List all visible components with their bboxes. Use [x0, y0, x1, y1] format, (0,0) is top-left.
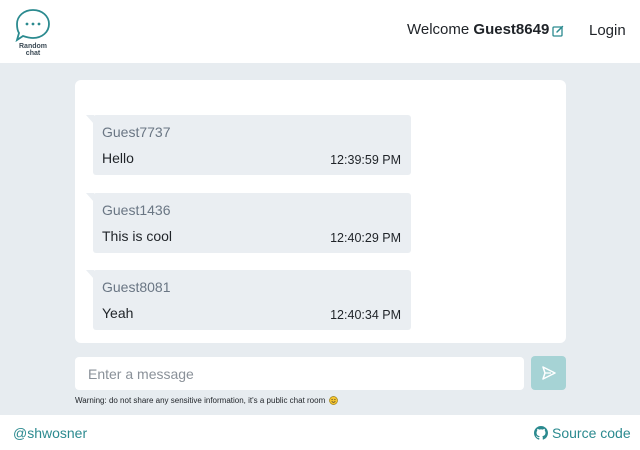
message-text: Hello [102, 150, 134, 166]
message-time: 12:39:59 PM [330, 153, 401, 167]
message-bubble: Guest7737 Hello 12:39:59 PM [86, 115, 411, 175]
privacy-warning: Warning: do not share any sensitive info… [75, 396, 339, 405]
message-bubble: Guest1436 This is cool 12:40:29 PM [86, 193, 411, 253]
smile-emoji-icon [329, 396, 339, 405]
source-code-link[interactable]: Source code [534, 425, 631, 441]
chat-bubble-icon [15, 9, 50, 43]
footer: @shwosner Source code [0, 415, 640, 450]
message-time: 12:40:34 PM [330, 308, 401, 322]
message-bubble: Guest8081 Yeah 12:40:34 PM [86, 270, 411, 330]
welcome-prefix: Welcome [407, 21, 470, 38]
send-button[interactable] [531, 356, 566, 390]
warning-text: Warning: do not share any sensitive info… [75, 396, 326, 405]
logo[interactable]: Random chat [14, 8, 52, 57]
logo-text: Random chat [14, 43, 52, 57]
login-link[interactable]: Login [589, 22, 626, 39]
author-handle-link[interactable]: @shwosner [13, 425, 87, 441]
message-time: 12:40:29 PM [330, 231, 401, 245]
github-icon [534, 426, 548, 440]
source-code-label: Source code [552, 425, 631, 441]
edit-icon[interactable] [552, 25, 564, 37]
message-author: Guest1436 [102, 202, 171, 218]
username: Guest8649 [473, 21, 550, 38]
logo-text-line1: Random [19, 43, 47, 50]
message-input[interactable] [75, 357, 524, 390]
message-text: This is cool [102, 228, 173, 244]
header: Random chat Welcome Guest8649 Login [0, 0, 640, 63]
message-author: Guest7737 [102, 124, 171, 140]
logo-text-line2: chat [25, 50, 41, 57]
send-icon [541, 366, 556, 380]
welcome-text: Welcome Guest8649 [407, 21, 549, 38]
message-text: Yeah [102, 305, 134, 321]
chat-messages-panel: Guest7737 Hello 12:39:59 PM Guest1436 Th… [75, 80, 566, 343]
message-author: Guest8081 [102, 279, 171, 295]
